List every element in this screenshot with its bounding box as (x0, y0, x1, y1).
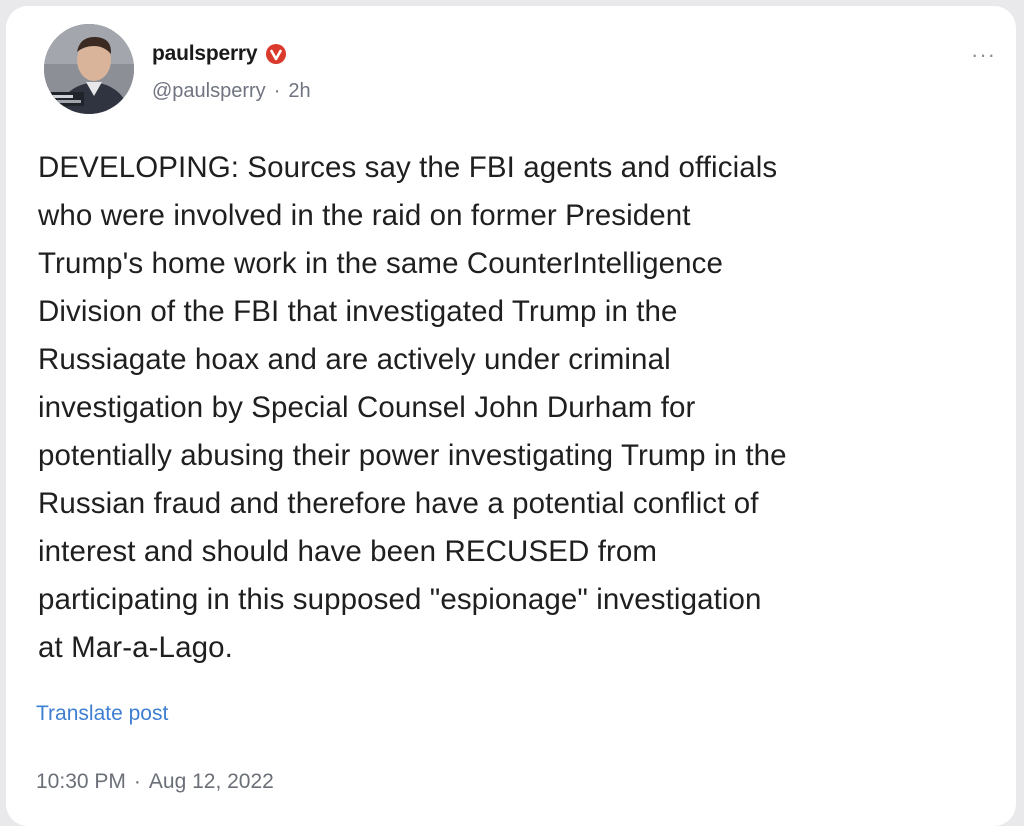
author-handle[interactable]: @paulsperry (152, 80, 266, 103)
display-name[interactable]: paulsperry (152, 42, 258, 66)
date-separator: · (133, 770, 141, 793)
avatar[interactable] (44, 24, 134, 114)
more-options-icon[interactable]: ··· (971, 44, 996, 66)
verified-badge-icon (266, 44, 287, 64)
post-text: DEVELOPING: Sources say the FBI agents a… (38, 151, 787, 664)
translate-post-link[interactable]: Translate post (36, 702, 168, 726)
handle-row: @paulsperry · 2h (152, 80, 311, 103)
profile-photo-icon (44, 24, 134, 114)
post-card: paulsperry @paulsperry · 2h ··· DEVELOPI… (6, 6, 1016, 826)
author-name-row: paulsperry (152, 42, 287, 66)
post-timestamp: 10:30 PM · Aug 12, 2022 (36, 770, 274, 794)
post-time: 10:30 PM (36, 770, 126, 793)
relative-time: 2h (288, 80, 311, 102)
post-date: Aug 12, 2022 (148, 770, 274, 793)
handle-separator: · (273, 80, 281, 102)
